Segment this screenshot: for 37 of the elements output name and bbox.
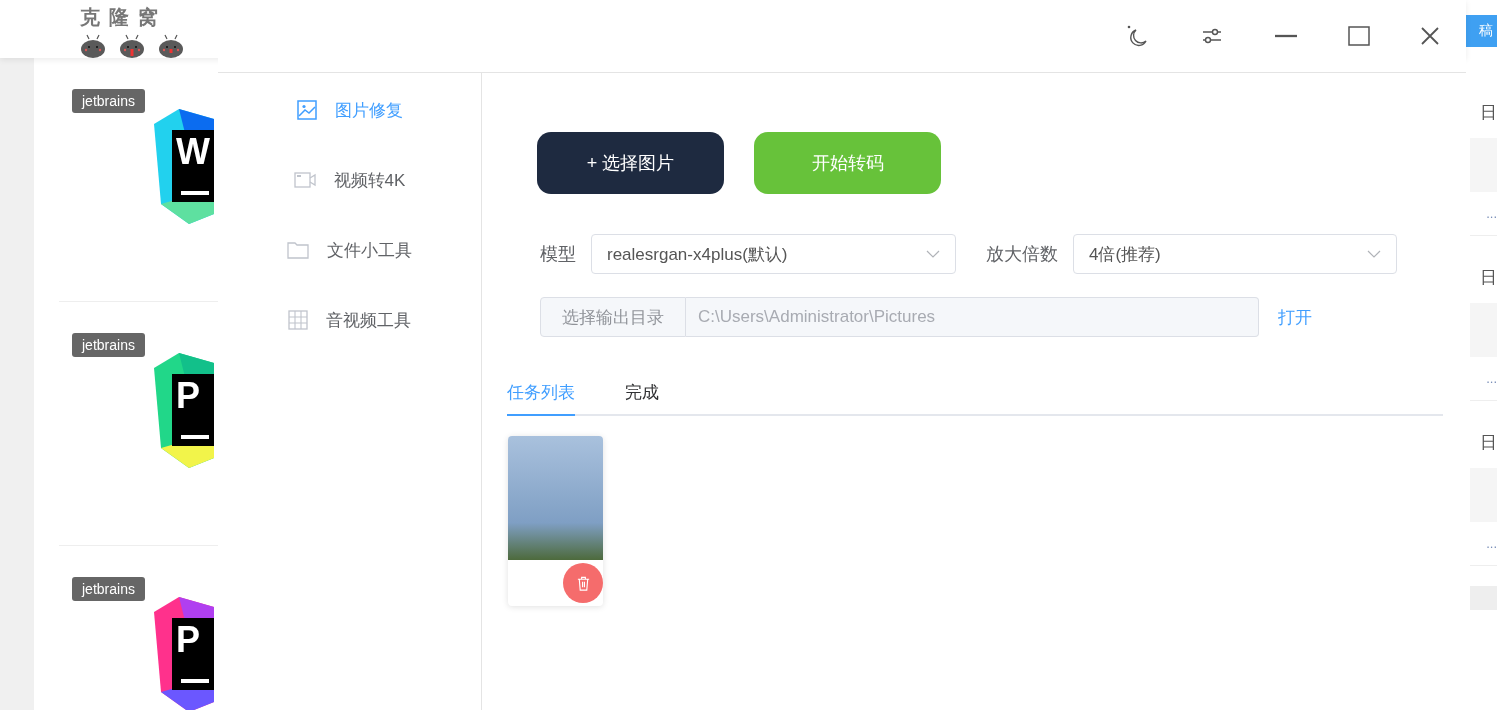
video-camera-icon bbox=[293, 172, 316, 188]
choose-output-button[interactable]: 选择输出目录 bbox=[540, 297, 686, 337]
snippet-text[interactable]: ... bbox=[1486, 371, 1497, 386]
chevron-down-icon bbox=[1367, 250, 1381, 258]
sidebar-item[interactable]: 文件小工具 bbox=[218, 235, 481, 265]
date-text: 日 bbox=[1480, 267, 1497, 289]
grid-icon bbox=[288, 310, 308, 330]
snippet-text[interactable]: ... bbox=[1486, 206, 1497, 221]
tab[interactable]: 完成 bbox=[625, 381, 659, 416]
sidebar-item[interactable]: 音视频工具 bbox=[218, 305, 481, 335]
scale-select[interactable]: 4倍(推荐) bbox=[1073, 234, 1397, 274]
delete-button[interactable] bbox=[563, 563, 603, 603]
close-icon[interactable] bbox=[1421, 27, 1439, 45]
model-select[interactable]: realesrgan-x4plus(默认) bbox=[591, 234, 956, 274]
tag-badge[interactable]: jetbrains bbox=[72, 89, 145, 113]
chevron-down-icon bbox=[926, 250, 940, 258]
site-logo-text[interactable]: 克 隆 窝 bbox=[80, 4, 184, 31]
date-text: 日 bbox=[1480, 102, 1497, 124]
open-link[interactable]: 打开 bbox=[1278, 305, 1312, 329]
image-icon bbox=[296, 100, 317, 120]
ant-face-icon bbox=[80, 34, 106, 58]
trash-icon bbox=[575, 575, 591, 591]
ant-face-icon bbox=[119, 34, 145, 58]
sidebar-item[interactable]: 图片修复 bbox=[218, 95, 481, 125]
sidebar-item[interactable]: 视频转4K bbox=[218, 165, 481, 195]
scale-label: 放大倍数 bbox=[986, 243, 1058, 266]
model-label: 模型 bbox=[540, 243, 576, 266]
moon-icon[interactable] bbox=[1125, 24, 1149, 48]
tag-badge[interactable]: jetbrains bbox=[72, 577, 145, 601]
date-text: 日 bbox=[1480, 432, 1497, 454]
snippet-text[interactable]: ... bbox=[1486, 536, 1497, 551]
maximize-icon[interactable] bbox=[1348, 26, 1370, 46]
tag-badge[interactable]: jetbrains bbox=[72, 333, 145, 357]
minimize-icon[interactable] bbox=[1275, 34, 1297, 38]
ant-face-icon bbox=[158, 34, 184, 58]
folder-icon bbox=[287, 241, 309, 259]
select-image-button[interactable]: + 选择图片 bbox=[537, 132, 724, 194]
